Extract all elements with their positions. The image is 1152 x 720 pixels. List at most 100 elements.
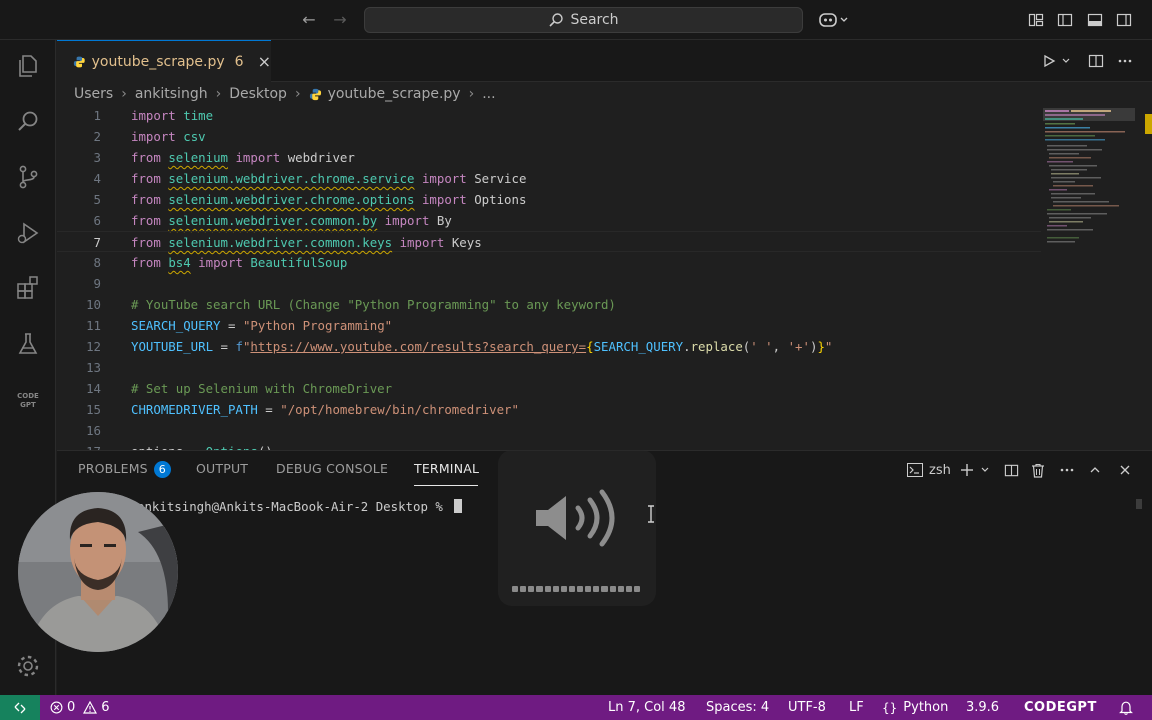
remote-indicator[interactable] [0, 695, 40, 720]
breadcrumb: Users › ankitsingh › Desktop › youtube_s… [74, 83, 496, 105]
chevron-right-icon: › [215, 86, 222, 102]
codegpt-icon[interactable]: CODE GPT [12, 384, 44, 416]
code-comment: # Set up Selenium with ChromeDriver [131, 381, 393, 396]
tab-filename: youtube_scrape.py [91, 53, 225, 70]
encoding-status[interactable]: UTF-8 [788, 695, 826, 720]
search-view-icon[interactable] [12, 106, 44, 138]
chevron-right-icon: › [121, 86, 127, 102]
line-number: 2 [93, 129, 101, 144]
minimap[interactable] [1041, 105, 1152, 450]
tab-problem-count: 6 [234, 53, 244, 70]
toggle-primary-sidebar-icon[interactable] [1055, 10, 1075, 30]
tab-output[interactable]: OUTPUT [196, 461, 248, 476]
editor-tabs-bar: youtube_scrape.py 6 × [57, 40, 1152, 82]
code-line: 12 YOUTUBE_URL = f"https://www.youtube.co… [57, 336, 1041, 357]
customize-layout-icon[interactable] [1026, 10, 1046, 30]
line-number: 17 [57, 441, 101, 450]
status-bar: 0 6 Ln 7, Col 48 Spaces: 4 UTF-8 LF {} P… [0, 695, 1152, 720]
more-actions-icon[interactable] [1115, 51, 1135, 71]
volume-segment [536, 586, 543, 592]
remote-icon [14, 702, 26, 713]
code-line: 10 # YouTube search URL (Change "Python P… [57, 294, 1041, 315]
explorer-icon[interactable] [12, 50, 44, 82]
toggle-panel-icon[interactable] [1085, 10, 1105, 30]
code-text: import csv [131, 129, 206, 144]
webcam-overlay [18, 492, 178, 652]
codegpt-status[interactable]: CODEGPT [1024, 695, 1097, 720]
line-number: 15 [86, 402, 101, 417]
volume-segment [593, 586, 600, 592]
code-text: from selenium.webdriver.common.by import… [131, 213, 452, 228]
code-text: SEARCH_QUERY = "Python Programming" [131, 318, 393, 333]
code-line: 16 [57, 420, 1041, 441]
tab-debug-console[interactable]: DEBUG CONSOLE [276, 461, 388, 476]
breadcrumb-ankitsingh[interactable]: ankitsingh [135, 86, 208, 102]
run-and-debug-icon[interactable] [12, 217, 44, 249]
tab-problems[interactable]: PROBLEMS 6 [78, 461, 171, 478]
breadcrumb-users[interactable]: Users [74, 86, 113, 102]
tab-youtube-scrape[interactable]: youtube_scrape.py 6 × [57, 40, 271, 82]
language-mode[interactable]: {} Python [882, 695, 948, 720]
svg-text:GPT: GPT [20, 401, 36, 409]
terminal-shell-selector[interactable]: zsh [907, 461, 951, 479]
split-editor-icon[interactable] [1086, 51, 1106, 71]
code-line-current: 7 from selenium.webdriver.common.keys imp… [57, 231, 1041, 252]
code-text: YOUTUBE_URL = f"https://www.youtube.com/… [131, 339, 833, 354]
terminal-prompt-line[interactable]: ankitsingh@Ankits-MacBook-Air-2 Desktop … [137, 499, 463, 514]
settings-gear-icon[interactable] [12, 650, 44, 682]
code-line: 3 from selenium import webdriver [57, 147, 1041, 168]
problems-count-badge: 6 [153, 461, 171, 478]
notifications-bell-icon[interactable] [1119, 695, 1133, 720]
toggle-secondary-sidebar-icon[interactable] [1114, 10, 1134, 30]
code-line: 4 from selenium.webdriver.chrome.service … [57, 168, 1041, 189]
forward-arrow-icon[interactable]: → [330, 10, 350, 30]
problems-status[interactable]: 0 6 [50, 695, 110, 720]
volume-segment [520, 586, 527, 592]
tab-terminal[interactable]: TERMINAL [414, 461, 479, 476]
code-line: 15 CHROMEDRIVER_PATH = "/opt/homebrew/bin… [57, 399, 1041, 420]
cursor-position[interactable]: Ln 7, Col 48 [608, 695, 685, 720]
error-icon [50, 701, 63, 714]
warning-icon [83, 701, 98, 714]
line-number: 6 [93, 213, 101, 228]
indentation-status[interactable]: Spaces: 4 [706, 695, 769, 720]
terminal-options-chevron-icon[interactable] [979, 461, 991, 479]
code-text: from selenium.webdriver.common.keys impo… [131, 235, 482, 250]
run-python-file-icon[interactable] [1039, 51, 1059, 71]
code-text: from selenium.webdriver.chrome.service i… [131, 171, 527, 186]
code-editor[interactable]: 1 import time 2 import csv 3 from selenium … [57, 105, 1041, 450]
volume-segment [633, 586, 640, 592]
panel-more-actions-icon[interactable] [1059, 461, 1075, 479]
close-panel-icon[interactable] [1117, 461, 1133, 479]
new-terminal-plus-icon[interactable] [959, 461, 975, 479]
breadcrumb-desktop[interactable]: Desktop [229, 86, 287, 102]
volume-hud-overlay [498, 450, 656, 606]
volume-segment [577, 586, 584, 592]
volume-level-bar [512, 586, 640, 592]
split-terminal-icon[interactable] [1003, 461, 1019, 479]
source-control-icon[interactable] [12, 161, 44, 193]
search-icon [549, 13, 564, 27]
tab-close-icon[interactable]: × [258, 52, 271, 71]
run-options-chevron-icon[interactable] [1059, 51, 1073, 71]
code-line: 6 from selenium.webdriver.common.by impor… [57, 210, 1041, 231]
testing-flask-icon[interactable] [12, 328, 44, 360]
active-tab-indicator [414, 485, 478, 486]
eol-status[interactable]: LF [849, 695, 864, 720]
tab-problems-label: PROBLEMS [78, 461, 148, 476]
terminal-scrollbar[interactable] [1136, 499, 1142, 509]
copilot-icon[interactable] [818, 10, 850, 30]
code-line: 8 from bs4 import BeautifulSoup [57, 252, 1041, 273]
kill-terminal-trash-icon[interactable] [1030, 461, 1046, 479]
line-number: 5 [93, 192, 101, 207]
command-center-search[interactable]: Search [364, 7, 803, 33]
breadcrumb-symbol[interactable]: ... [482, 86, 495, 102]
volume-segment [512, 586, 519, 592]
back-arrow-icon[interactable]: ← [299, 10, 319, 30]
python-interpreter-version[interactable]: 3.9.6 [966, 695, 999, 720]
shell-name: zsh [929, 462, 951, 478]
extensions-icon[interactable] [12, 272, 44, 304]
svg-text:CODE: CODE [17, 392, 39, 400]
breadcrumb-file[interactable]: youtube_scrape.py [328, 86, 461, 102]
maximize-panel-chevron-up-icon[interactable] [1087, 461, 1103, 479]
